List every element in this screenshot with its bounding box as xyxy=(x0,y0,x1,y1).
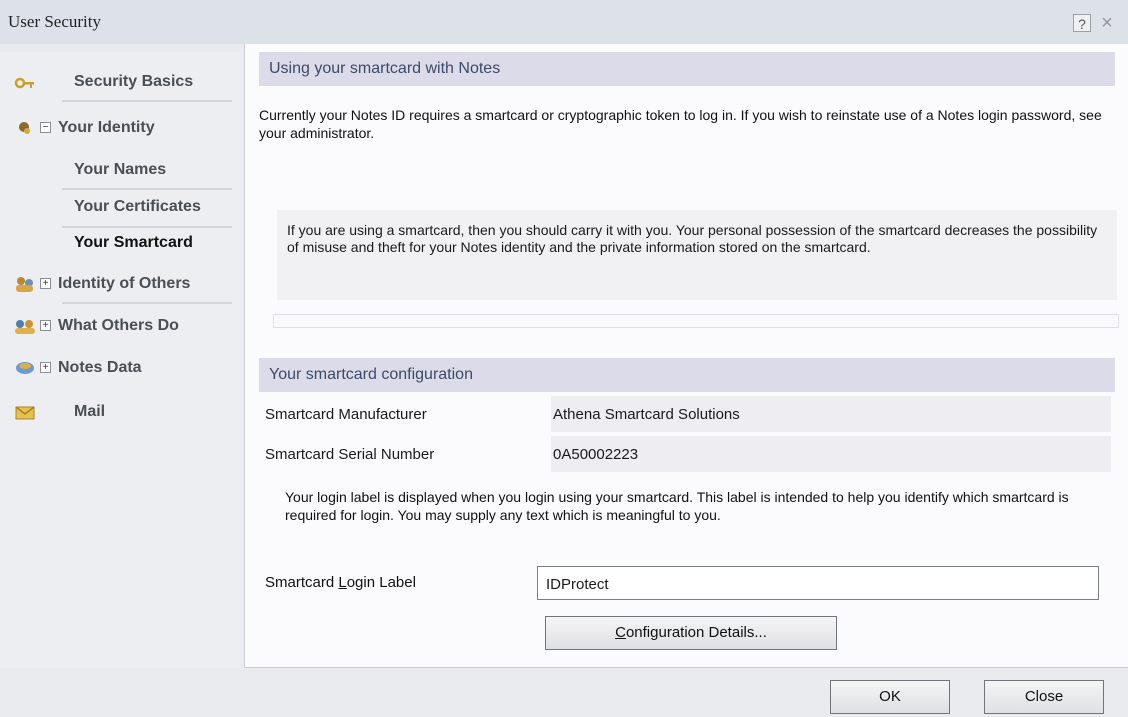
expand-toggle[interactable]: + xyxy=(40,362,51,373)
login-label-value: IDProtect xyxy=(546,576,609,593)
smartcard-info-text: If you are using a smartcard, then you s… xyxy=(287,222,1098,255)
sidebar-item-label: Your Names xyxy=(74,161,167,178)
section-header: Using your smartcard with Notes xyxy=(259,52,1115,86)
sidebar-item-identity-of-others[interactable]: + Identity of Others xyxy=(0,264,240,304)
expand-toggle[interactable]: + xyxy=(40,320,51,331)
sidebar-item-your-identity[interactable]: − Your Identity xyxy=(0,108,240,148)
key-icon xyxy=(14,73,36,91)
sidebar-item-security-basics[interactable]: Security Basics xyxy=(0,62,240,102)
collapse-toggle[interactable]: − xyxy=(40,122,51,133)
sidebar-item-label: Your Identity xyxy=(58,119,155,136)
manufacturer-row: Smartcard Manufacturer Athena Smartcard … xyxy=(259,396,1115,432)
sidebar-item-your-names[interactable]: Your Names xyxy=(0,150,240,190)
login-label-note: Your login label is displayed when you l… xyxy=(285,489,1069,523)
section-title: Your smartcard configuration xyxy=(269,366,473,383)
login-label-input[interactable]: IDProtect xyxy=(537,566,1099,600)
serial-value: 0A50002223 xyxy=(553,446,639,463)
divider xyxy=(62,302,232,304)
manufacturer-value-box: Athena Smartcard Solutions xyxy=(551,396,1111,432)
people-icon xyxy=(14,275,36,293)
section-header: Your smartcard configuration xyxy=(259,358,1115,392)
title-bar: User Security ? × xyxy=(0,0,1128,44)
serial-label: Smartcard Serial Number xyxy=(265,446,435,463)
ok-button[interactable]: OK xyxy=(830,680,950,714)
sidebar-item-what-others-do[interactable]: + What Others Do xyxy=(0,306,240,346)
notes-data-icon xyxy=(14,359,36,377)
manufacturer-label: Smartcard Manufacturer xyxy=(265,406,427,423)
login-label-caption: Smartcard Login Label xyxy=(265,574,416,591)
sidebar-item-your-certificates[interactable]: Your Certificates xyxy=(0,188,240,228)
sidebar-item-label: Security Basics xyxy=(74,73,194,90)
sidebar: Security Basics − Your Identity Your Nam… xyxy=(0,52,240,668)
serial-row: Smartcard Serial Number 0A50002223 xyxy=(259,436,1115,472)
sidebar-item-label: Notes Data xyxy=(58,359,142,376)
sidebar-item-mail[interactable]: Mail xyxy=(0,392,240,432)
mail-icon xyxy=(14,403,36,421)
sidebar-item-label: Mail xyxy=(74,403,106,420)
horizontal-scrollbar[interactable] xyxy=(273,314,1119,328)
expand-toggle[interactable]: + xyxy=(40,278,51,289)
sidebar-item-label: What Others Do xyxy=(58,317,179,334)
section-title: Using your smartcard with Notes xyxy=(269,60,501,77)
serial-value-box: 0A50002223 xyxy=(551,436,1111,472)
content-panel: Using your smartcard with Notes Currentl… xyxy=(244,44,1128,668)
identity-icon xyxy=(14,119,36,137)
window-close-button[interactable]: × xyxy=(1098,13,1116,33)
sidebar-item-notes-data[interactable]: + Notes Data xyxy=(0,348,240,388)
window-title: User Security xyxy=(8,12,102,31)
info-box: If you are using a smartcard, then you s… xyxy=(277,210,1117,300)
sidebar-item-label: Your Smartcard xyxy=(74,234,193,251)
help-button[interactable]: ? xyxy=(1073,14,1091,32)
configuration-details-button[interactable]: Configuration Details... xyxy=(545,616,837,650)
close-button[interactable]: Close xyxy=(984,680,1104,714)
group-icon xyxy=(14,317,36,335)
sidebar-item-label: Identity of Others xyxy=(58,275,191,292)
sidebar-item-label: Your Certificates xyxy=(74,198,201,215)
divider xyxy=(62,100,232,102)
smartcard-intro-text: Currently your Notes ID requires a smart… xyxy=(259,107,1102,141)
manufacturer-value: Athena Smartcard Solutions xyxy=(553,406,740,423)
sidebar-item-your-smartcard[interactable]: Your Smartcard xyxy=(0,224,240,264)
